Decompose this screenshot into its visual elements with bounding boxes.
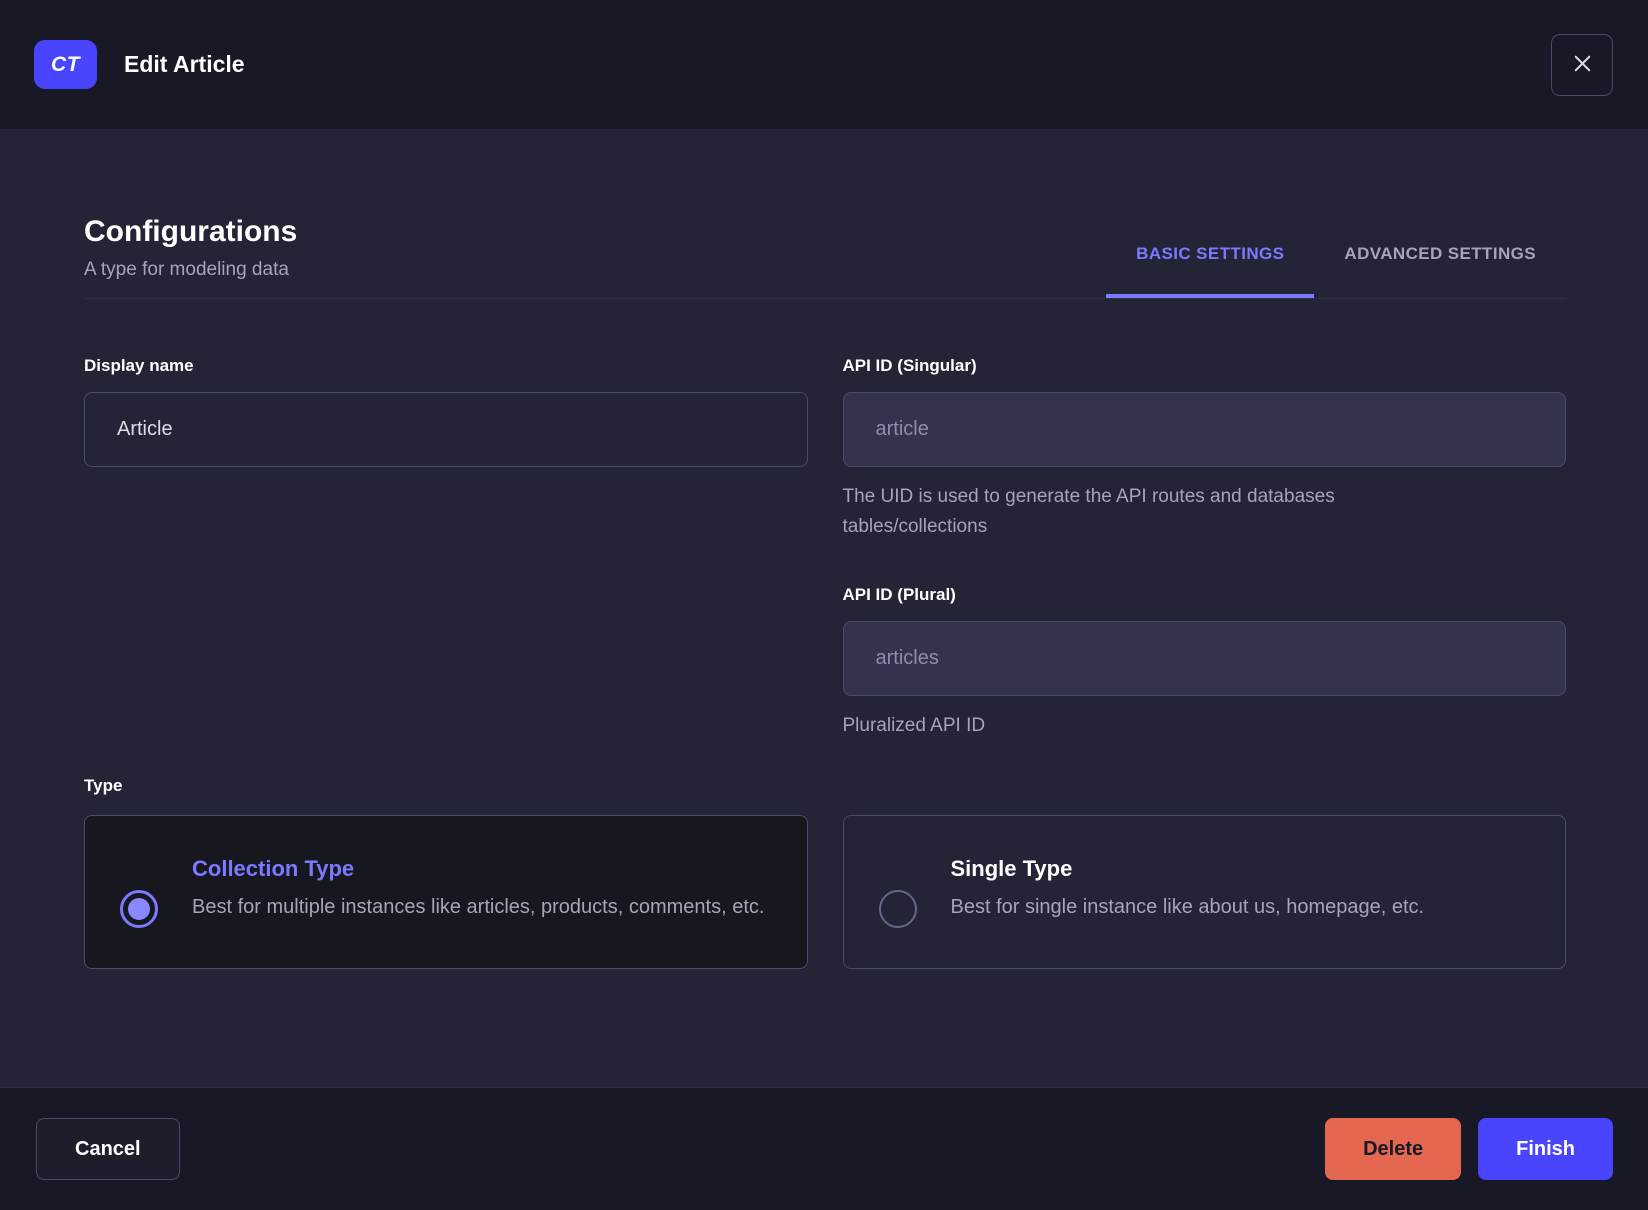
tab-advanced-settings[interactable]: ADVANCED SETTINGS (1314, 244, 1566, 298)
close-icon (1569, 50, 1596, 80)
cancel-button[interactable]: Cancel (36, 1118, 180, 1180)
api-id-singular-hint: The UID is used to generate the API rout… (842, 486, 1335, 537)
modal-title: Edit Article (124, 51, 245, 77)
content-type-badge-label: CT (51, 52, 80, 76)
api-id-singular-label: API ID (Singular) (842, 356, 977, 375)
close-button[interactable] (1551, 33, 1613, 96)
display-name-field: Display name (84, 355, 808, 467)
section-titles: Configurations A type for modeling data (84, 214, 297, 298)
type-option-single[interactable]: Single Type Best for single instance lik… (842, 815, 1566, 969)
edit-content-type-modal: CT Edit Article Configurations A type fo… (0, 0, 1648, 1210)
type-option-collection-text: Collection Type Best for multiple instan… (192, 858, 764, 968)
delete-button[interactable]: Delete (1325, 1118, 1462, 1180)
api-id-plural-label: API ID (Plural) (842, 585, 956, 604)
content-type-badge: CT (34, 40, 97, 89)
display-name-input[interactable] (84, 392, 808, 467)
type-label: Type (84, 776, 123, 795)
settings-tabs: BASIC SETTINGS ADVANCED SETTINGS (1106, 244, 1566, 298)
type-option-collection-title: Collection Type (192, 856, 355, 881)
radio-unchecked-icon[interactable] (878, 890, 917, 928)
display-name-label: Display name (84, 356, 194, 375)
finish-button[interactable]: Finish (1478, 1118, 1613, 1180)
type-option-collection[interactable]: Collection Type Best for multiple instan… (84, 815, 808, 969)
page-title: Configurations (84, 215, 298, 248)
api-id-plural-field: API ID (Plural) Pluralized API ID (842, 584, 1566, 741)
modal-body: Configurations A type for modeling data … (0, 130, 1648, 1087)
type-option-collection-description: Best for multiple instances like article… (192, 896, 765, 918)
modal-footer: Cancel Delete Finish (0, 1087, 1648, 1210)
type-options: Collection Type Best for multiple instan… (84, 815, 1566, 969)
api-id-singular-input[interactable] (842, 392, 1566, 467)
type-option-single-text: Single Type Best for single instance lik… (951, 858, 1425, 968)
type-option-single-description: Best for single instance like about us, … (950, 896, 1425, 918)
radio-checked-icon[interactable] (120, 890, 158, 928)
type-option-single-title: Single Type (950, 856, 1073, 881)
right-column: API ID (Singular) The UID is used to gen… (842, 355, 1566, 741)
api-id-singular-field: API ID (Singular) The UID is used to gen… (842, 355, 1566, 542)
api-id-plural-hint: Pluralized API ID (842, 715, 986, 736)
left-column: Display name (84, 355, 808, 741)
modal-header: CT Edit Article (0, 0, 1648, 130)
api-id-plural-input[interactable] (842, 621, 1566, 696)
page-subtitle: A type for modeling data (84, 259, 289, 280)
tab-basic-settings[interactable]: BASIC SETTINGS (1106, 244, 1314, 298)
form-columns: Display name API ID (Singular) The UID i… (84, 355, 1566, 741)
section-head: Configurations A type for modeling data … (84, 214, 1566, 299)
